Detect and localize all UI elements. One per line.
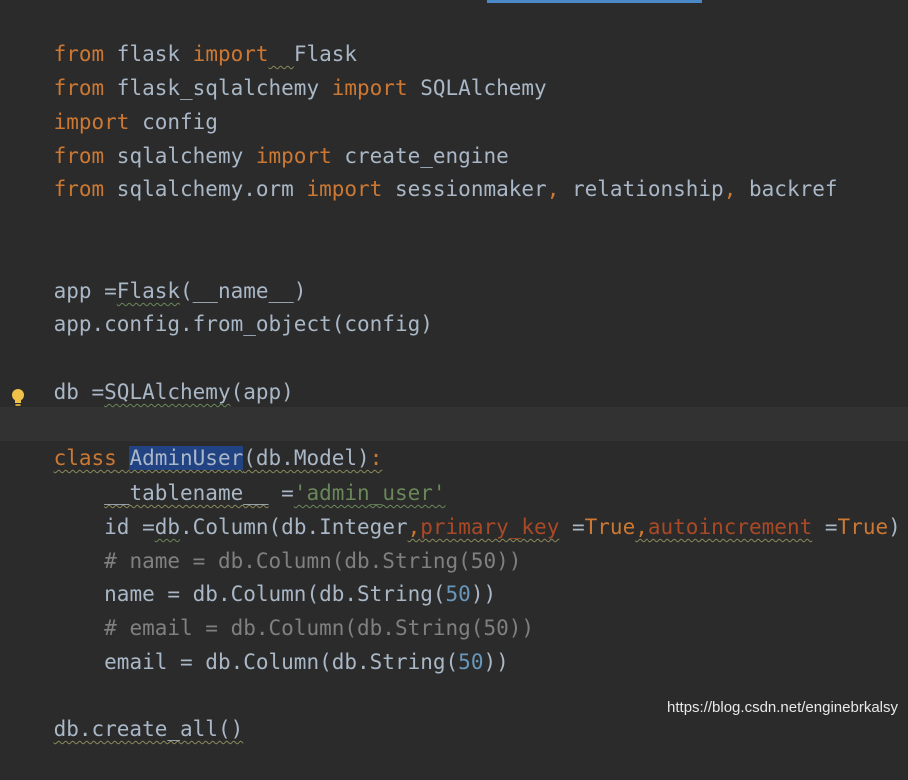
code-line-11[interactable]: id =db.Column(db.Integer,primary_key =Tr…	[3, 476, 901, 539]
code-line-14[interactable]: # email = db.Column(db.String(50))	[3, 577, 534, 640]
lightbulb-icon[interactable]	[10, 388, 26, 408]
code-line-6[interactable]: app =Flask(__name__)	[3, 240, 307, 303]
code-line-9[interactable]: class AdminUser(db.Model):	[3, 407, 382, 470]
code-line-10[interactable]: __tablename__ ='admin_user'	[3, 442, 445, 505]
keyword-argument: autoincrement	[647, 515, 813, 539]
keyword: import	[306, 177, 383, 201]
code-editor[interactable]: from flask import Flask from flask_sqlal…	[0, 0, 908, 741]
code-line-7[interactable]: app.config.from_object(config)	[3, 273, 433, 336]
keyword: import	[331, 76, 408, 100]
code-line-13[interactable]: name = db.Column(db.String(50))	[3, 543, 496, 606]
watermark: https://blog.csdn.net/enginebrkalsy	[667, 699, 898, 716]
code-line-5[interactable]: from sqlalchemy.orm import sessionmaker,…	[3, 138, 838, 201]
import-name: sessionmaker	[382, 177, 547, 201]
code-text: ))	[483, 650, 509, 674]
comma: ,	[635, 515, 648, 539]
code-line-2[interactable]: from flask_sqlalchemy import SQLAlchemy	[3, 37, 547, 100]
import-name: relationship	[559, 177, 724, 201]
boolean-literal: True	[584, 515, 636, 539]
code-text: db =	[53, 380, 105, 404]
keyword: from	[53, 177, 105, 201]
comma: ,	[723, 177, 737, 201]
code-text: )	[888, 515, 901, 539]
code-text: email = db.Column(db.String(	[104, 650, 459, 674]
comma: ,	[546, 177, 560, 201]
import-name: backref	[736, 177, 838, 201]
code-line-3[interactable]: import config	[3, 71, 218, 134]
code-text: db.create_all()	[53, 717, 244, 741]
code-line-12[interactable]: # name = db.Column(db.String(50))	[3, 510, 521, 573]
number-literal: 50	[458, 650, 484, 674]
module-name: sqlalchemy.orm	[104, 177, 307, 201]
code-text: (app)	[230, 380, 294, 404]
code-text: =	[559, 515, 585, 539]
code-text: app.config.from_object(config)	[53, 312, 433, 336]
flagged-identifier: SQLAlchemy	[104, 380, 231, 404]
code-line-16[interactable]: db.create_all()	[3, 678, 244, 741]
code-line-8[interactable]: db =SQLAlchemy(app)	[3, 341, 294, 404]
code-line-15[interactable]: email = db.Column(db.String(50))	[3, 611, 509, 674]
boolean-literal: True	[837, 515, 889, 539]
code-line-4[interactable]: from sqlalchemy import create_engine	[3, 105, 509, 168]
code-text: =	[812, 515, 838, 539]
import-name: SQLAlchemy	[407, 76, 547, 100]
code-line-1[interactable]: from flask import Flask	[3, 3, 357, 66]
